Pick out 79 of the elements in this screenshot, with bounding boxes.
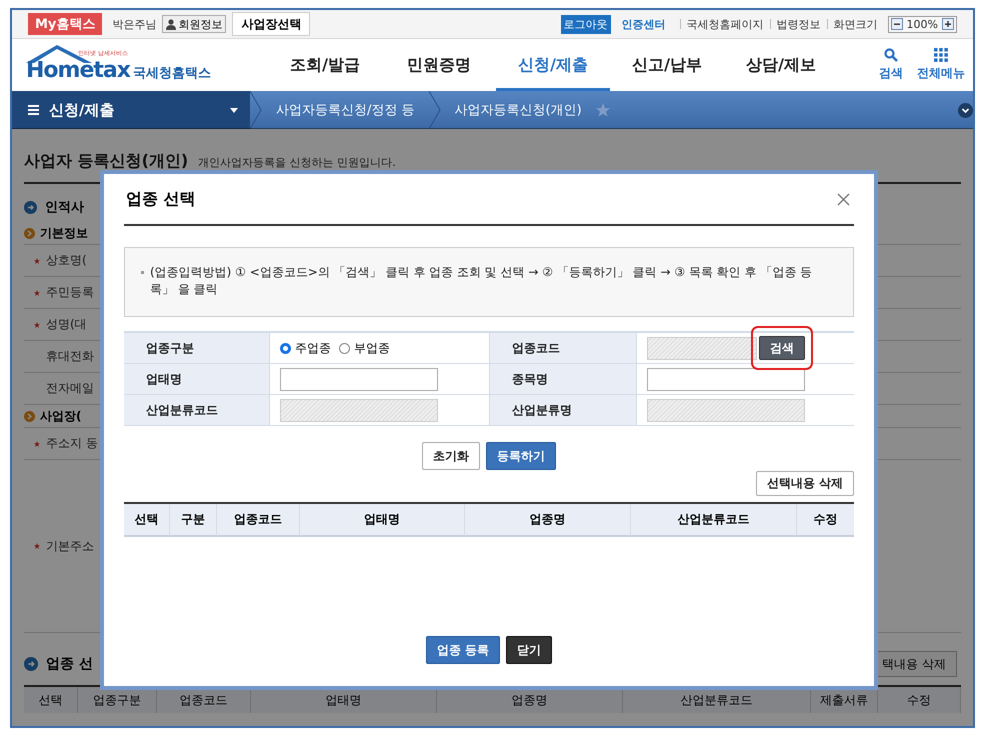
form-label: 산업분류명 (490, 395, 637, 426)
chevron-icon (428, 91, 441, 129)
close-icon (837, 192, 850, 206)
column-header: 수정 (878, 687, 961, 713)
text-field[interactable] (647, 368, 805, 390)
field-label: 성명(대 (46, 316, 87, 333)
cert-center-link[interactable]: 인증센터 (622, 16, 666, 32)
section-title: 인적사 (45, 199, 84, 216)
field-label: 주민등록 (46, 284, 94, 301)
form-label: 산업분류코드 (124, 395, 270, 426)
column-header: 업종구분 (78, 687, 157, 713)
menu-dropdown[interactable]: 신청/제출 (12, 91, 250, 129)
form-label: 업종코드 (490, 333, 637, 364)
person-icon (166, 18, 176, 30)
logo-name: 국세청홈택스 (132, 65, 211, 82)
radio-option[interactable]: 주업종 (280, 340, 331, 356)
star-icon (596, 103, 610, 117)
menu-icon (28, 105, 39, 115)
field-label: 상호명( (46, 252, 87, 269)
chevron-circle-icon (24, 228, 35, 238)
logout-button[interactable]: 로그아웃 (560, 14, 611, 34)
search-button[interactable]: 검색 (879, 48, 903, 82)
search-icon (884, 48, 898, 62)
nav-tab[interactable]: 민원증명 (382, 39, 496, 91)
zoom-label: 화면크기 (834, 16, 878, 32)
column-header: 업종명 (465, 504, 631, 537)
business-select-button[interactable]: 사업장선택 (232, 12, 310, 36)
chevron-circle-icon (24, 410, 35, 422)
breadcrumb-link[interactable]: 사업자등록신청(개인) (440, 101, 596, 119)
zoom-in-icon[interactable] (942, 18, 954, 30)
bullet-icon (141, 271, 144, 274)
nav-tab[interactable]: 조회/발급 (268, 39, 382, 91)
top-link[interactable]: 국세청홈페이지 (686, 16, 764, 32)
subsection-title: 사업장( (40, 408, 82, 424)
field-label: 전자메일 (46, 380, 94, 397)
caret-icon (230, 108, 238, 112)
logo-wordmark: Hometax (26, 58, 130, 83)
column-header: 업태명 (300, 504, 465, 537)
column-header: 산업분류코드 (631, 504, 797, 537)
subsection-title: 기본정보 (40, 224, 88, 242)
delete-selected-button[interactable]: 선택내용 삭제 (756, 471, 854, 496)
zoom-out-icon[interactable] (890, 18, 903, 30)
page-title: 사업자 등록신청(개인) (24, 151, 188, 172)
zoom-value: 100% (906, 18, 938, 30)
radio-option[interactable]: 부업종 (339, 340, 390, 356)
column-header: 수정 (797, 504, 854, 537)
dialog-title: 업종 선택 (125, 188, 196, 210)
field-label: 주소지 동 (46, 435, 98, 452)
nav-tab[interactable]: 상담/제보 (724, 39, 838, 91)
register-button[interactable]: 업종 등록 (426, 636, 500, 664)
my-hometax-button[interactable]: My홈택스 (28, 13, 102, 35)
column-header: 선택 (24, 687, 78, 713)
member-info-button[interactable]: 회원정보 (162, 15, 226, 33)
all-menu-button[interactable]: 전체메뉴 (917, 48, 965, 82)
instruction-text: (업종입력방법) ① <업종코드>의 「검색」 클릭 후 업종 조회 및 선택 → ② 「등록하기」 클릭 → ③ 목록 확인 후 「업종 등록」 을 클릭 (150, 264, 814, 298)
column-header: 업종코드 (217, 504, 300, 537)
field-label: 휴대전화 (46, 348, 94, 365)
close-button[interactable]: 닫기 (506, 636, 552, 664)
column-header: 선택 (124, 504, 170, 537)
column-header: 구분 (170, 504, 217, 537)
form-label: 업태명 (124, 364, 270, 395)
arrow-circle-icon (24, 657, 38, 671)
chevron-icon (250, 91, 262, 129)
page-description: 개인사업자등록을 신청하는 민원입니다. (198, 155, 396, 170)
breadcrumb-link[interactable]: 사업자등록신청/정정 등 (262, 101, 429, 119)
form-label: 업종구분 (124, 333, 270, 364)
field-label: 기본주소 (46, 538, 94, 554)
reset-button[interactable]: 초기화 (422, 442, 480, 470)
search-button[interactable]: 검색 (759, 336, 805, 360)
grid-menu-icon (934, 48, 948, 62)
section-title: 업종 선 (46, 655, 93, 673)
form-label: 종목명 (490, 364, 637, 395)
user-name: 박은주님 (112, 16, 156, 32)
arrow-circle-icon (24, 200, 37, 214)
register-button[interactable]: 등록하기 (486, 442, 556, 470)
text-field[interactable] (280, 368, 438, 390)
top-link[interactable]: 법령정보 (776, 16, 821, 32)
nav-tab[interactable]: 신고/납부 (610, 39, 724, 91)
close-button[interactable] (835, 190, 852, 208)
